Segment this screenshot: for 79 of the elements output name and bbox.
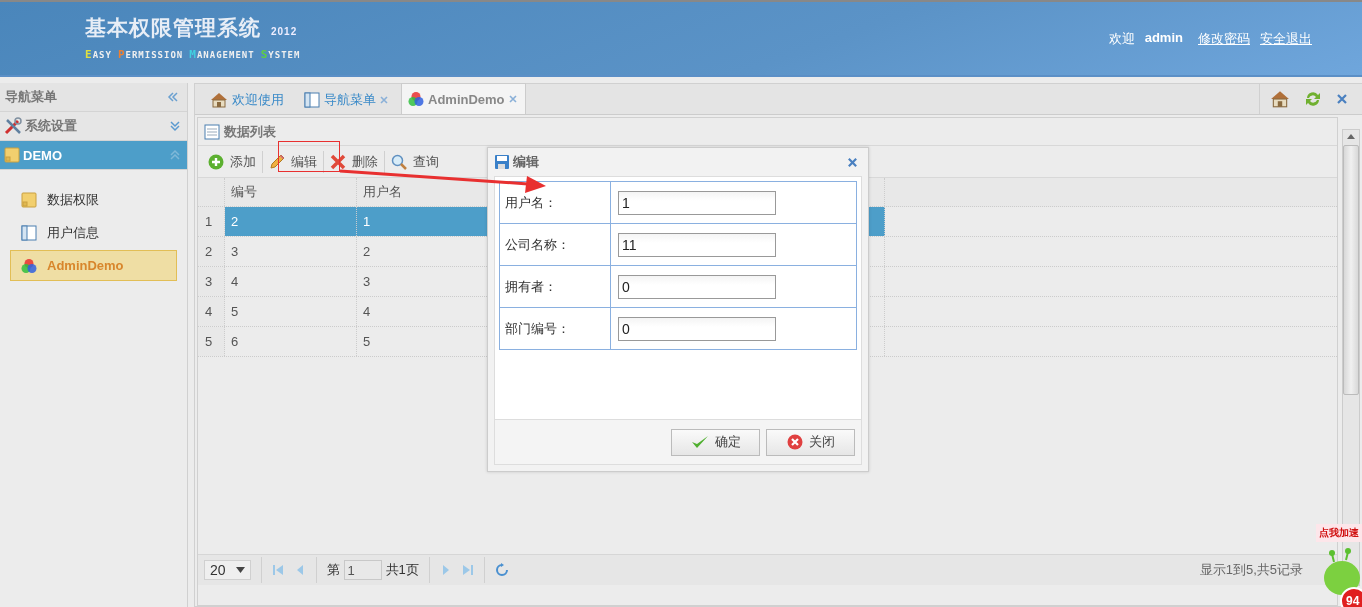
tools-icon [4,117,22,135]
table-cell: 3 [225,237,357,266]
refresh-icon[interactable] [1304,90,1322,108]
layout-icon [304,92,320,108]
plus-icon [208,153,224,170]
tab-close-icon[interactable] [508,95,517,103]
chevron-down-icon [169,120,181,132]
nav-item[interactable]: 用户信息 [10,217,177,248]
table-cell: 5 [225,297,357,326]
user-name: admin [1144,30,1183,47]
app-title: 基本权限管理系统 [85,15,261,41]
house-icon [210,92,228,108]
column-header[interactable]: 编号 [225,178,357,206]
close-icon[interactable] [1336,93,1348,105]
table-cell: 2 [225,207,357,236]
app-subtitle-word: PERMISSION [117,48,184,61]
pencil-icon [269,153,285,170]
dialog-button[interactable]: 确定 [671,428,760,456]
save-icon [494,154,510,170]
page-size-select[interactable]: 20 [204,560,251,580]
input-field[interactable]: 0 [618,274,776,299]
app-subtitle-word: SYSTEM [260,48,301,61]
toolbar-button[interactable]: 添加 [204,150,260,173]
dialog-title: 编辑 [513,153,539,171]
layout-icon [21,224,37,241]
panel-title: 数据列表 [224,122,276,141]
close-icon[interactable] [847,156,858,168]
mascot-drawing[interactable] [1322,548,1362,596]
field-label: 拥有者： [499,265,611,308]
cross-icon [330,153,346,170]
collapse-icon[interactable] [167,91,179,103]
color-wheel-icon [408,91,424,107]
welcome-label: 欢迎 [1108,30,1135,48]
last-page-icon[interactable] [461,564,474,576]
tab-close-icon[interactable] [380,96,388,104]
accordion-header[interactable]: 系统设置 [0,112,187,141]
note-icon [21,191,37,208]
toolbar-button[interactable]: 编辑 [265,150,321,173]
list-icon [204,123,220,140]
highlight-box [278,141,340,172]
scroll-up-icon[interactable] [1347,134,1355,139]
table-cell: 1 [357,207,489,236]
sidebar-title: 导航菜单 [5,88,57,106]
page-number-field[interactable]: 1 [343,560,382,580]
row-number: 3 [198,267,225,296]
check-icon [690,434,709,450]
row-number: 1 [198,207,225,236]
search-icon [391,153,407,170]
app-year: 2012 [271,26,298,37]
field-label: 用户名： [499,181,611,224]
row-number: 2 [198,237,225,266]
input-field[interactable]: 1 [618,190,776,215]
close-icon [786,434,803,450]
first-page-icon[interactable] [271,564,284,576]
refresh-icon[interactable] [494,563,509,577]
dialog-button[interactable]: 关闭 [766,428,855,456]
row-number: 4 [198,297,225,326]
row-number: 5 [198,327,225,356]
note-icon [4,147,20,163]
field-label: 公司名称： [499,223,611,266]
page-label: 第 [326,561,340,579]
dropdown-caret-icon [235,567,245,573]
speed-bubble[interactable]: 点我加速 [1316,524,1362,542]
record-summary: 显示1到5,共5记录 [1199,561,1303,579]
nav-item[interactable]: 数据权限 [10,184,177,215]
toolbar-button[interactable]: 删除 [326,150,382,173]
page-count: 共1页 [385,561,419,579]
field-label: 部门编号： [499,307,611,350]
app-subtitle-word: EASY [85,48,112,61]
color-wheel-icon [21,257,37,274]
input-field[interactable]: 11 [618,232,776,257]
input-field[interactable]: 0 [618,316,776,341]
app-subtitle-word: MANAGEMENT [189,48,255,61]
house-icon[interactable] [1270,90,1290,108]
table-cell: 4 [225,267,357,296]
table-cell: 6 [225,327,357,356]
counter-badge[interactable]: 94 [1340,587,1362,607]
chevron-up-icon [169,149,181,161]
toolbar-button[interactable]: 查询 [387,150,443,173]
